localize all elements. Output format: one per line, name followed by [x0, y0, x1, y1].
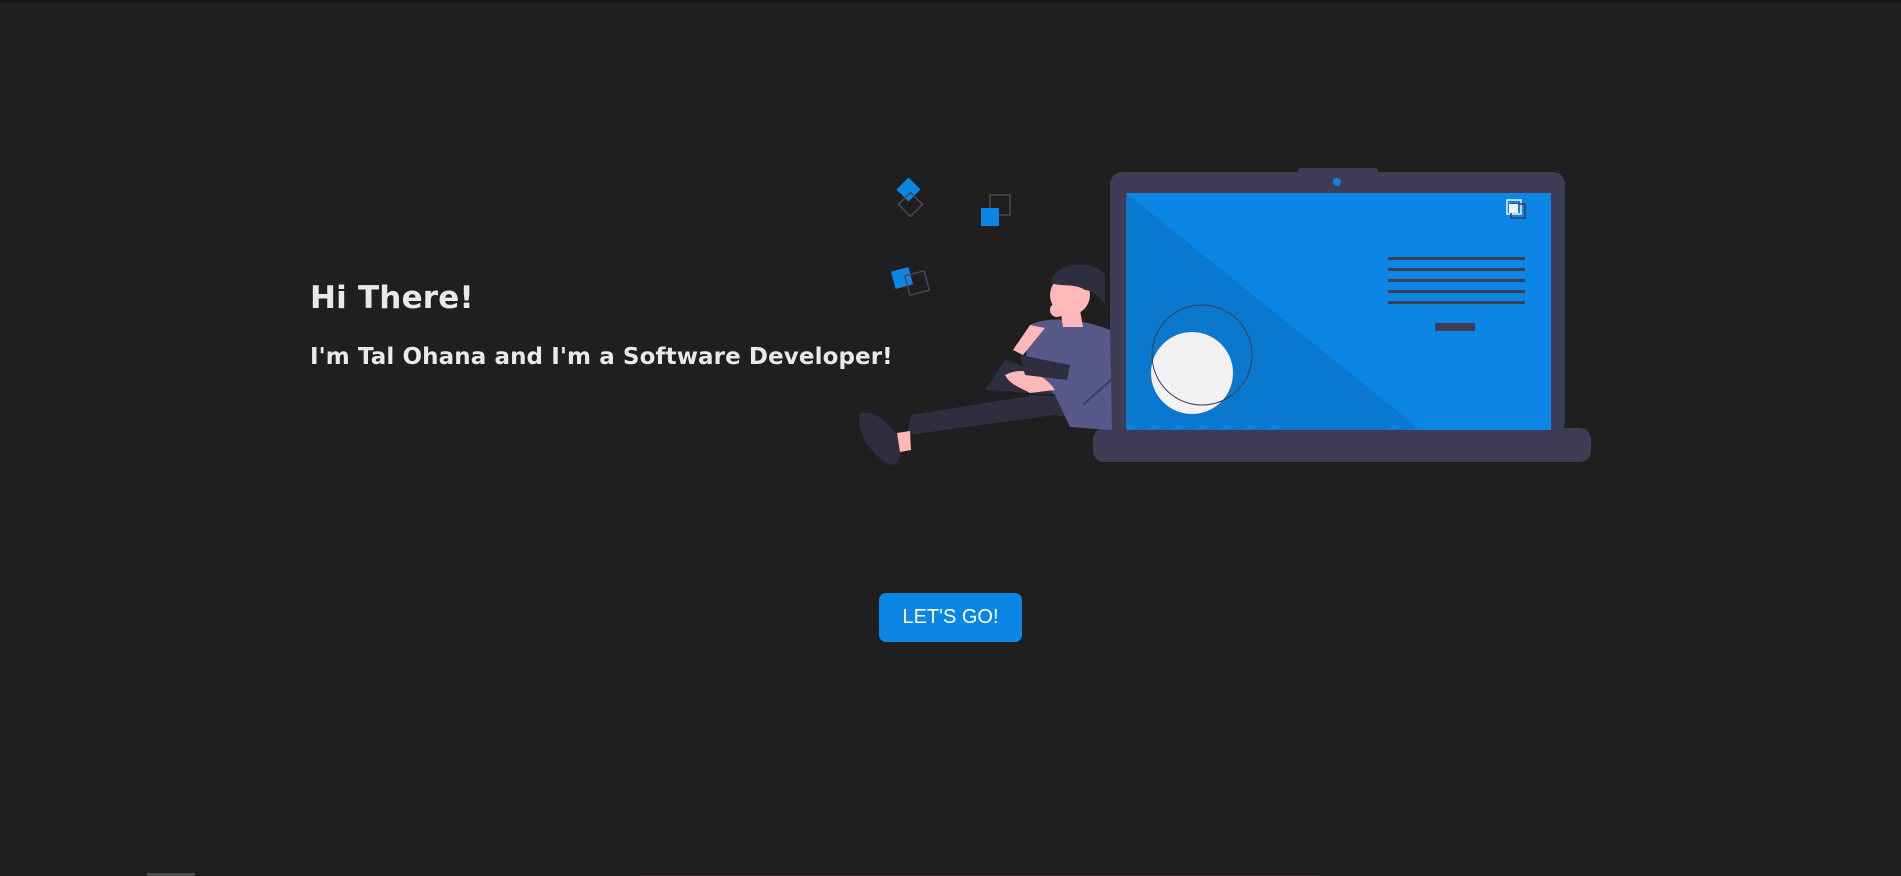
top-shadow: [0, 0, 1901, 4]
lets-go-button[interactable]: LET'S GO!: [879, 593, 1022, 642]
floating-squares-icon: [890, 177, 1011, 297]
hero-title: Hi There!: [310, 280, 474, 316]
developer-with-laptop-illustration: [859, 168, 1591, 465]
hero-subtitle: I'm Tal Ohana and I'm a Software Develop…: [310, 344, 893, 370]
hero-text: Hi There! I'm Tal Ohana and I'm a Softwa…: [310, 280, 893, 370]
